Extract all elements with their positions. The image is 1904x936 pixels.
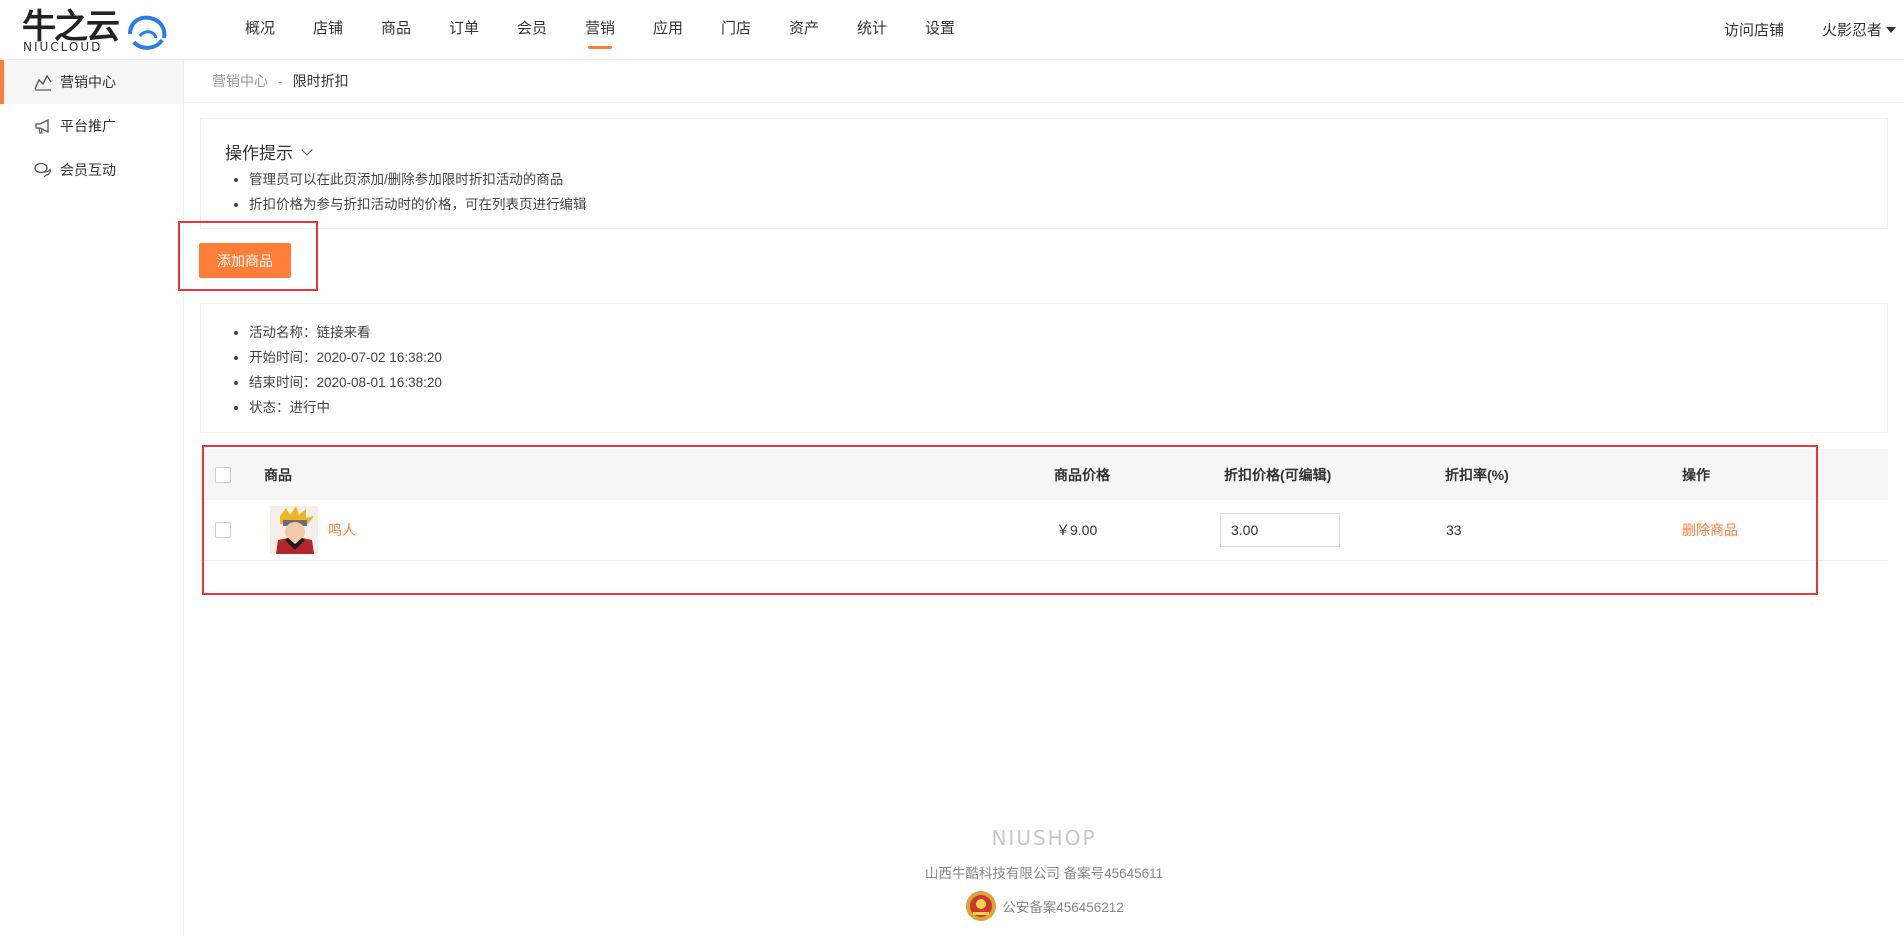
page-footer: NIUSHOP 山西牛酷科技有限公司 备案号45645611 公安备案45645… bbox=[184, 826, 1904, 924]
breadcrumb: 营销中心 - 限时折扣 bbox=[184, 60, 1904, 103]
footer-police-record: 公安备案456456212 bbox=[184, 888, 1904, 924]
cloud-logo-icon bbox=[128, 15, 167, 50]
chevron-down-icon bbox=[301, 143, 313, 156]
caret-down-icon bbox=[1886, 26, 1896, 33]
niucloud-logo[interactable]: 牛之云 NIUCLOUD bbox=[22, 8, 167, 54]
sidebar-item-label: 会员互动 bbox=[60, 162, 116, 178]
nav-overview[interactable]: 概况 bbox=[226, 0, 294, 59]
activity-start-time: 开始时间：2020-07-02 16:38:20 bbox=[249, 345, 442, 370]
police-badge-icon bbox=[966, 891, 997, 921]
user-menu[interactable]: 火影忍者 bbox=[1822, 19, 1896, 40]
footer-company: 山西牛酷科技有限公司 备案号45645611 bbox=[924, 866, 1164, 881]
nav-shops[interactable]: 门店 bbox=[702, 0, 770, 59]
nav-store[interactable]: 店铺 bbox=[294, 0, 362, 59]
operation-tips-panel: 操作提示 管理员可以在此页添加/删除参加限时折扣活动的商品 折扣价格为参与折扣活… bbox=[200, 118, 1888, 229]
activity-end-time: 结束时间：2020-08-01 16:38:20 bbox=[249, 370, 442, 395]
chart-icon bbox=[34, 74, 52, 91]
sidebar-item-platform-promotion[interactable]: 平台推广 bbox=[0, 104, 183, 148]
nav-members[interactable]: 会员 bbox=[498, 0, 566, 59]
breadcrumb-separator: - bbox=[278, 73, 283, 89]
breadcrumb-parent[interactable]: 营销中心 bbox=[212, 71, 268, 91]
username: 火影忍者 bbox=[1821, 22, 1882, 39]
activity-info-panel: 活动名称：链接来看 开始时间：2020-07-02 16:38:20 结束时间：… bbox=[200, 303, 1888, 433]
activity-info-list: 活动名称：链接来看 开始时间：2020-07-02 16:38:20 结束时间：… bbox=[225, 320, 442, 420]
nav-orders[interactable]: 订单 bbox=[430, 0, 498, 59]
highlight-box-goods-table bbox=[202, 445, 1818, 595]
sidebar: 营销中心 平台推广 会员互动 bbox=[0, 60, 184, 936]
tips-list: 管理员可以在此页添加/删除参加限时折扣活动的商品 折扣价格为参与折扣活动时的价格… bbox=[225, 167, 587, 217]
sidebar-item-marketing-center[interactable]: 营销中心 bbox=[0, 60, 183, 104]
nav-goods[interactable]: 商品 bbox=[362, 0, 430, 59]
breadcrumb-current: 限时折扣 bbox=[292, 73, 349, 89]
megaphone-icon bbox=[35, 118, 49, 134]
sidebar-item-member-interaction[interactable]: 会员互动 bbox=[0, 148, 183, 192]
visit-store-link[interactable]: 访问店铺 bbox=[1724, 19, 1784, 40]
nav-assets[interactable]: 资产 bbox=[770, 0, 838, 59]
sidebar-item-label: 平台推广 bbox=[60, 118, 116, 134]
tips-toggle[interactable]: 操作提示 bbox=[225, 139, 313, 164]
header-right: 访问店铺 火影忍者 bbox=[1724, 0, 1904, 59]
logo-text-en: NIUCLOUD bbox=[23, 40, 103, 54]
chat-icon bbox=[34, 162, 51, 178]
nav-stats[interactable]: 统计 bbox=[838, 0, 906, 59]
police-record-text: 公安备案456456212 bbox=[1002, 900, 1124, 915]
activity-status: 状态：进行中 bbox=[249, 395, 442, 420]
nav-marketing[interactable]: 营销 bbox=[566, 0, 634, 59]
tip-item: 折扣价格为参与折扣活动时的价格，可在列表页进行编辑 bbox=[249, 192, 587, 217]
footer-logo: NIUSHOP bbox=[991, 826, 1097, 850]
tip-item: 管理员可以在此页添加/删除参加限时折扣活动的商品 bbox=[249, 167, 587, 192]
sidebar-item-label: 营销中心 bbox=[60, 74, 116, 90]
top-header: 牛之云 NIUCLOUD 概况 店铺 商品 订单 会员 营销 应用 门店 资产 … bbox=[0, 0, 1904, 60]
activity-name: 活动名称：链接来看 bbox=[249, 320, 442, 345]
main-nav: 概况 店铺 商品 订单 会员 营销 应用 门店 资产 统计 设置 bbox=[226, 0, 974, 59]
nav-settings[interactable]: 设置 bbox=[906, 0, 974, 59]
tips-title: 操作提示 bbox=[225, 144, 293, 163]
nav-apps[interactable]: 应用 bbox=[634, 0, 702, 59]
add-goods-button[interactable]: 添加商品 bbox=[199, 243, 291, 278]
